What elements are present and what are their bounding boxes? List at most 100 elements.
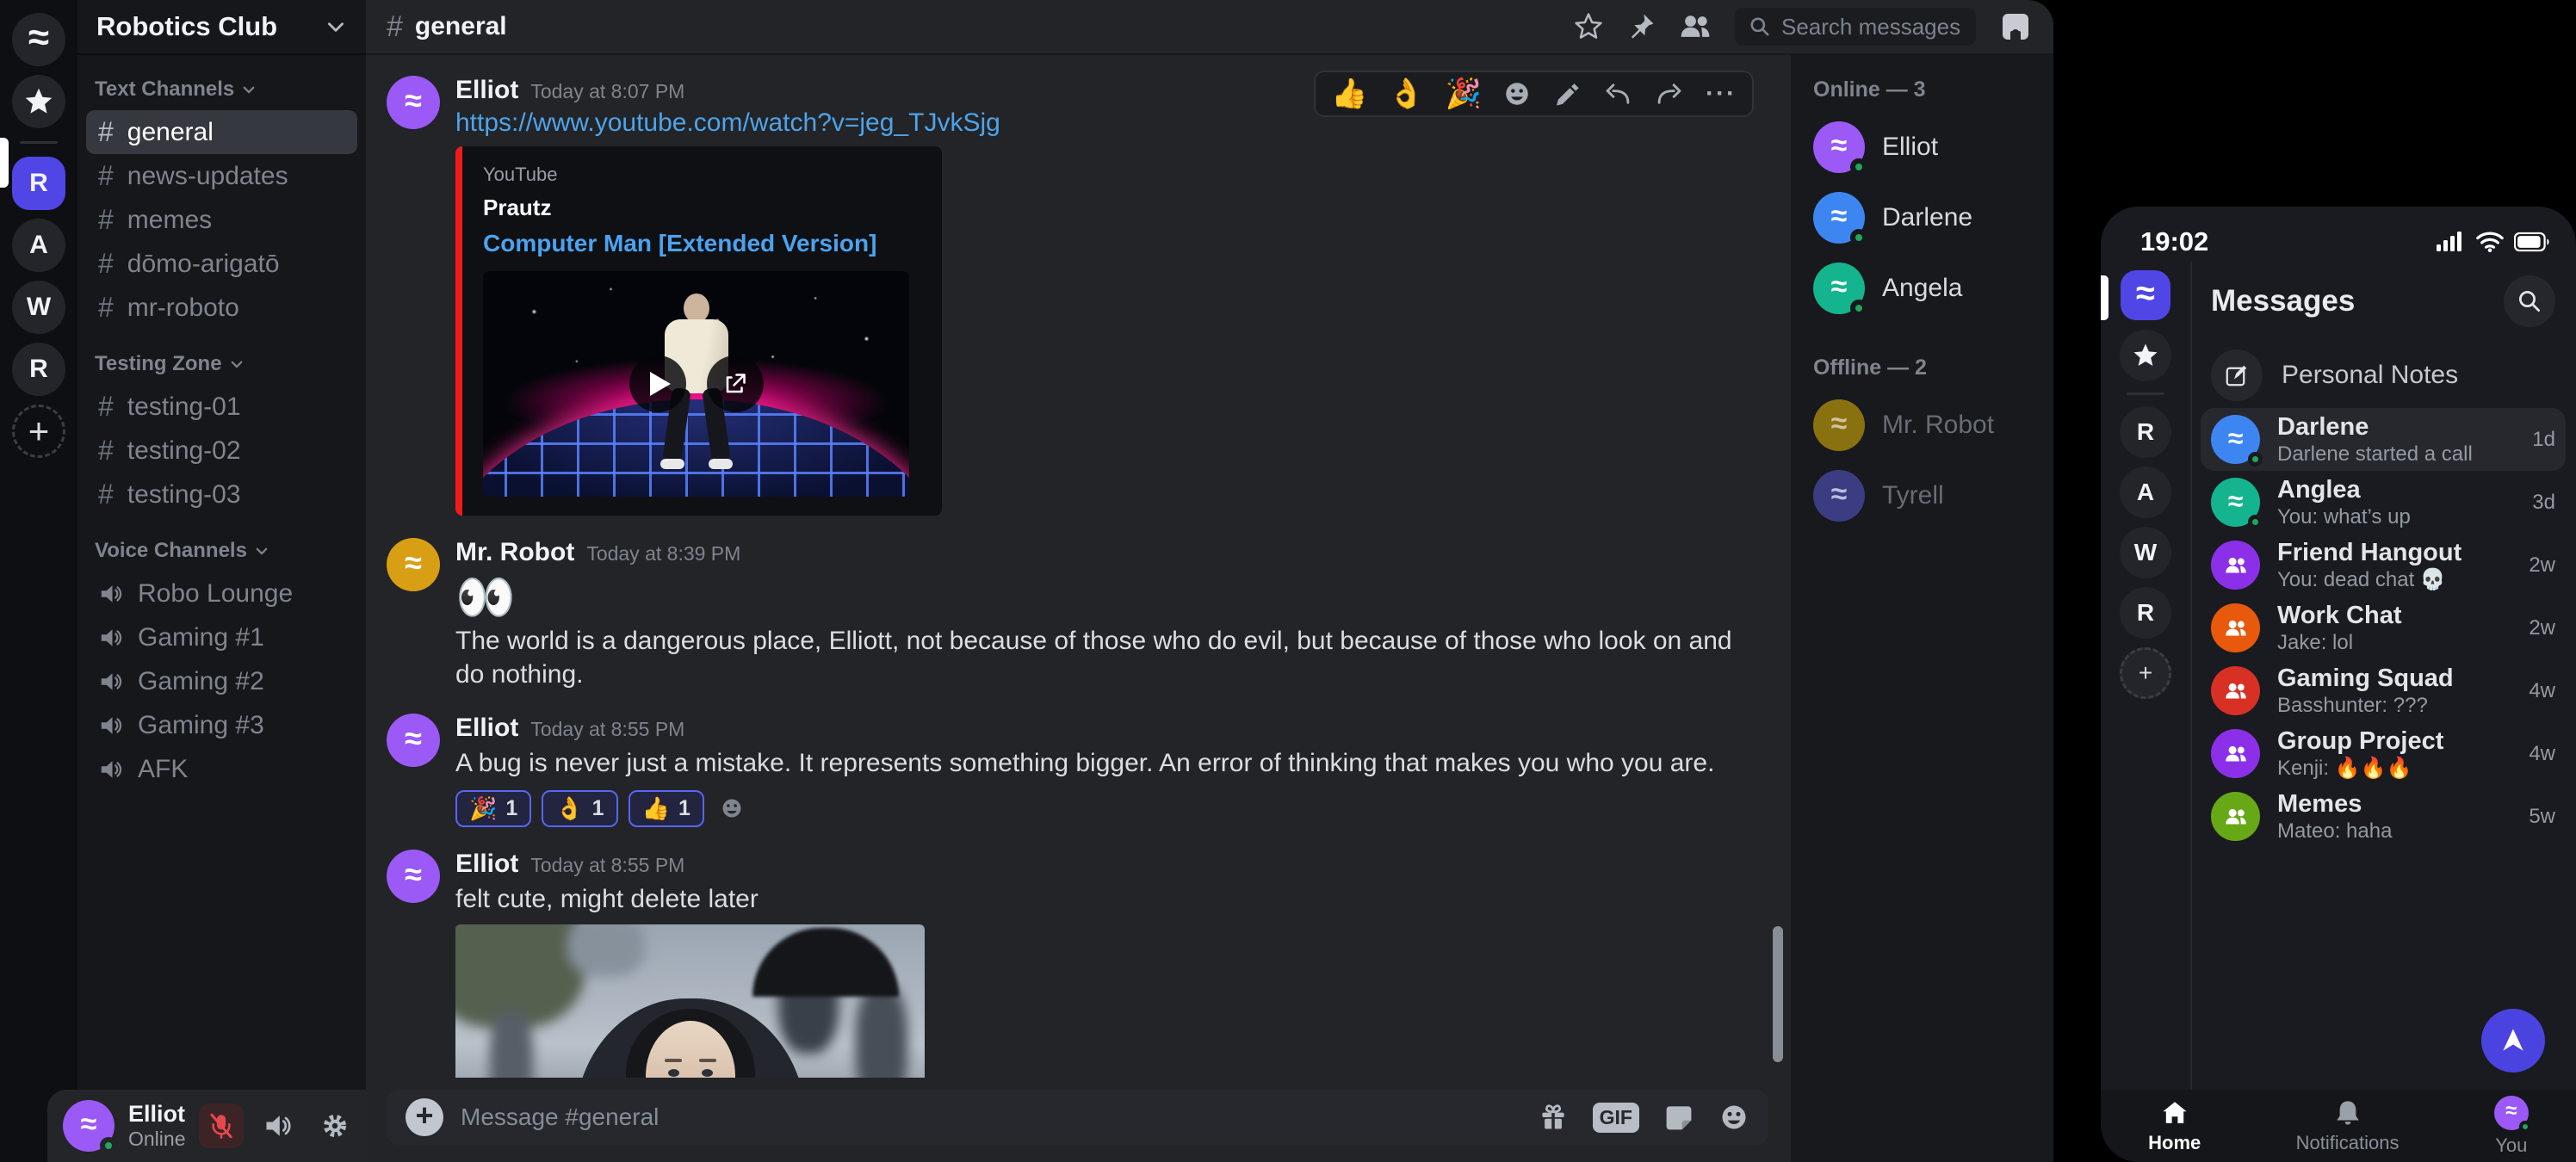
conversation-darlene[interactable]: ≈ DarleneDarlene started a call 1d bbox=[2201, 408, 2566, 471]
channel-mr-roboto[interactable]: #mr-roboto bbox=[86, 286, 357, 330]
server-w[interactable]: W bbox=[12, 281, 65, 334]
voice-gaming-1[interactable]: Gaming #1 bbox=[86, 615, 357, 659]
react-ok-hand-button[interactable]: 👌 bbox=[1388, 79, 1424, 108]
server-a[interactable]: A bbox=[2120, 467, 2171, 518]
nav-home[interactable]: Home bbox=[2148, 1098, 2201, 1154]
gif-button[interactable]: GIF bbox=[1593, 1103, 1639, 1133]
forward-button[interactable] bbox=[1654, 79, 1685, 108]
channel-testing-02[interactable]: #testing-02 bbox=[86, 429, 357, 473]
chat-scrollbar[interactable] bbox=[1773, 926, 1783, 1062]
channel-testing-03[interactable]: #testing-03 bbox=[86, 473, 357, 516]
avatar: ≈ bbox=[2211, 478, 2260, 527]
server-robotics-club[interactable]: R bbox=[12, 157, 65, 210]
channel-news-updates[interactable]: #news-updates bbox=[86, 154, 357, 198]
member-angela[interactable]: ≈ Angela bbox=[1813, 263, 2053, 314]
embed-author[interactable]: Prautz bbox=[483, 195, 921, 221]
embed-title-link[interactable]: Computer Man [Extended Version] bbox=[483, 230, 921, 257]
star-outline-button[interactable] bbox=[1573, 11, 1604, 42]
favorites-button[interactable] bbox=[2120, 330, 2171, 381]
reaction-ok-hand[interactable]: 👌1 bbox=[542, 790, 617, 827]
server-header[interactable]: Robotics Club bbox=[77, 0, 366, 55]
avatar[interactable]: ≈ bbox=[387, 714, 440, 767]
open-external-button[interactable] bbox=[707, 355, 764, 412]
add-reaction-button[interactable] bbox=[1502, 79, 1532, 108]
member-elliot[interactable]: ≈ Elliot bbox=[1813, 121, 2053, 173]
section-voice-channels[interactable]: Voice Channels bbox=[77, 516, 366, 572]
youtube-link[interactable]: https://www.youtube.com/watch?v=jeg_TJvk… bbox=[455, 108, 1000, 137]
nav-label: You bbox=[2495, 1134, 2527, 1157]
home-logo-button[interactable]: ≈ bbox=[2121, 270, 2170, 320]
section-label-text: Testing Zone bbox=[95, 352, 222, 376]
message-author[interactable]: Elliot bbox=[455, 850, 518, 879]
member-mr-robot[interactable]: ≈ Mr. Robot bbox=[1813, 399, 2053, 451]
avatar[interactable]: ≈ bbox=[63, 1100, 115, 1152]
edit-message-button[interactable] bbox=[1552, 79, 1582, 108]
react-party-button[interactable]: 🎉 bbox=[1446, 79, 1482, 108]
more-actions-button[interactable]: ··· bbox=[1706, 79, 1737, 108]
server-a[interactable]: A bbox=[12, 219, 65, 272]
message-input[interactable]: Message #general bbox=[461, 1103, 1520, 1131]
settings-button[interactable] bbox=[313, 1103, 357, 1148]
member-darlene[interactable]: ≈ Darlene bbox=[1813, 192, 2053, 244]
server-w[interactable]: W bbox=[2120, 527, 2171, 578]
channel-domo-arigato[interactable]: #dōmo-arigatō bbox=[86, 242, 357, 286]
attached-photo[interactable] bbox=[455, 924, 925, 1078]
server-initial: R bbox=[29, 355, 48, 384]
reaction-party[interactable]: 🎉1 bbox=[455, 790, 531, 827]
server-r2[interactable]: R bbox=[12, 343, 65, 396]
reaction-thumbs-up[interactable]: 👍1 bbox=[629, 790, 704, 827]
nav-you[interactable]: ≈ You bbox=[2494, 1096, 2529, 1157]
personal-notes-label: Personal Notes bbox=[2282, 361, 2458, 390]
message-timestamp: Today at 8:55 PM bbox=[530, 718, 684, 741]
mute-microphone-button[interactable] bbox=[199, 1103, 244, 1148]
conversation-name: Anglea bbox=[2277, 475, 2508, 505]
member-list-toggle-button[interactable] bbox=[1998, 9, 2033, 44]
gift-button[interactable] bbox=[1538, 1102, 1569, 1133]
nav-notifications[interactable]: Notifications bbox=[2296, 1098, 2400, 1154]
deafen-button[interactable] bbox=[256, 1103, 300, 1148]
section-text-channels[interactable]: Text Channels bbox=[77, 55, 366, 110]
add-server-button[interactable]: + bbox=[2120, 647, 2171, 699]
add-server-button[interactable]: + bbox=[12, 405, 65, 458]
message-author[interactable]: Elliot bbox=[455, 714, 518, 743]
conversation-work-chat[interactable]: Work ChatJake: lol 2w bbox=[2201, 596, 2566, 659]
voice-gaming-3[interactable]: Gaming #3 bbox=[86, 703, 357, 747]
app-logo-button[interactable]: ≈ bbox=[12, 13, 65, 66]
channel-memes[interactable]: #memes bbox=[86, 198, 357, 242]
voice-afk[interactable]: AFK bbox=[86, 747, 357, 791]
voice-robo-lounge[interactable]: Robo Lounge bbox=[86, 572, 357, 615]
conversation-gaming-squad[interactable]: Gaming SquadBasshunter: ??? 4w bbox=[2201, 659, 2566, 722]
reply-button[interactable] bbox=[1602, 79, 1633, 108]
play-button[interactable] bbox=[629, 355, 686, 412]
new-message-fab[interactable] bbox=[2481, 1009, 2545, 1072]
speaker-icon bbox=[98, 757, 124, 782]
conversation-memes[interactable]: MemesMateo: haha 5w bbox=[2201, 785, 2566, 848]
voice-gaming-2[interactable]: Gaming #2 bbox=[86, 659, 357, 703]
avatar[interactable]: ≈ bbox=[387, 850, 440, 903]
channel-testing-01[interactable]: #testing-01 bbox=[86, 385, 357, 429]
favorites-button[interactable] bbox=[12, 75, 65, 128]
server-robotics-club[interactable]: R bbox=[2120, 406, 2171, 458]
sticker-button[interactable] bbox=[1663, 1102, 1694, 1133]
personal-notes-item[interactable]: Personal Notes bbox=[2211, 343, 2555, 408]
section-testing-zone[interactable]: Testing Zone bbox=[77, 330, 366, 385]
add-reaction-button[interactable] bbox=[715, 791, 749, 825]
attach-button[interactable]: + bbox=[406, 1098, 443, 1136]
conversation-group-project[interactable]: Group ProjectKenji: 🔥🔥🔥 4w bbox=[2201, 722, 2566, 785]
message-author[interactable]: Elliot bbox=[455, 76, 518, 105]
search-input[interactable]: Search messages bbox=[1735, 8, 1976, 46]
message-author[interactable]: Mr. Robot bbox=[455, 538, 574, 567]
conversation-anglea[interactable]: ≈ AngleaYou: what’s up 3d bbox=[2201, 471, 2566, 534]
react-thumbs-up-button[interactable]: 👍 bbox=[1331, 79, 1367, 108]
emoji-button[interactable] bbox=[1718, 1102, 1749, 1133]
conversation-friend-hangout[interactable]: Friend HangoutYou: dead chat 💀 2w bbox=[2201, 534, 2566, 596]
video-thumbnail[interactable] bbox=[483, 271, 909, 497]
members-button[interactable] bbox=[1678, 9, 1712, 44]
search-button[interactable] bbox=[2504, 275, 2555, 327]
member-tyrell[interactable]: ≈ Tyrell bbox=[1813, 470, 2053, 522]
avatar[interactable]: ≈ bbox=[387, 76, 440, 129]
pin-button[interactable] bbox=[1626, 12, 1656, 41]
avatar[interactable]: ≈ bbox=[387, 538, 440, 591]
channel-general[interactable]: #general bbox=[86, 110, 357, 154]
server-r2[interactable]: R bbox=[2120, 587, 2171, 639]
